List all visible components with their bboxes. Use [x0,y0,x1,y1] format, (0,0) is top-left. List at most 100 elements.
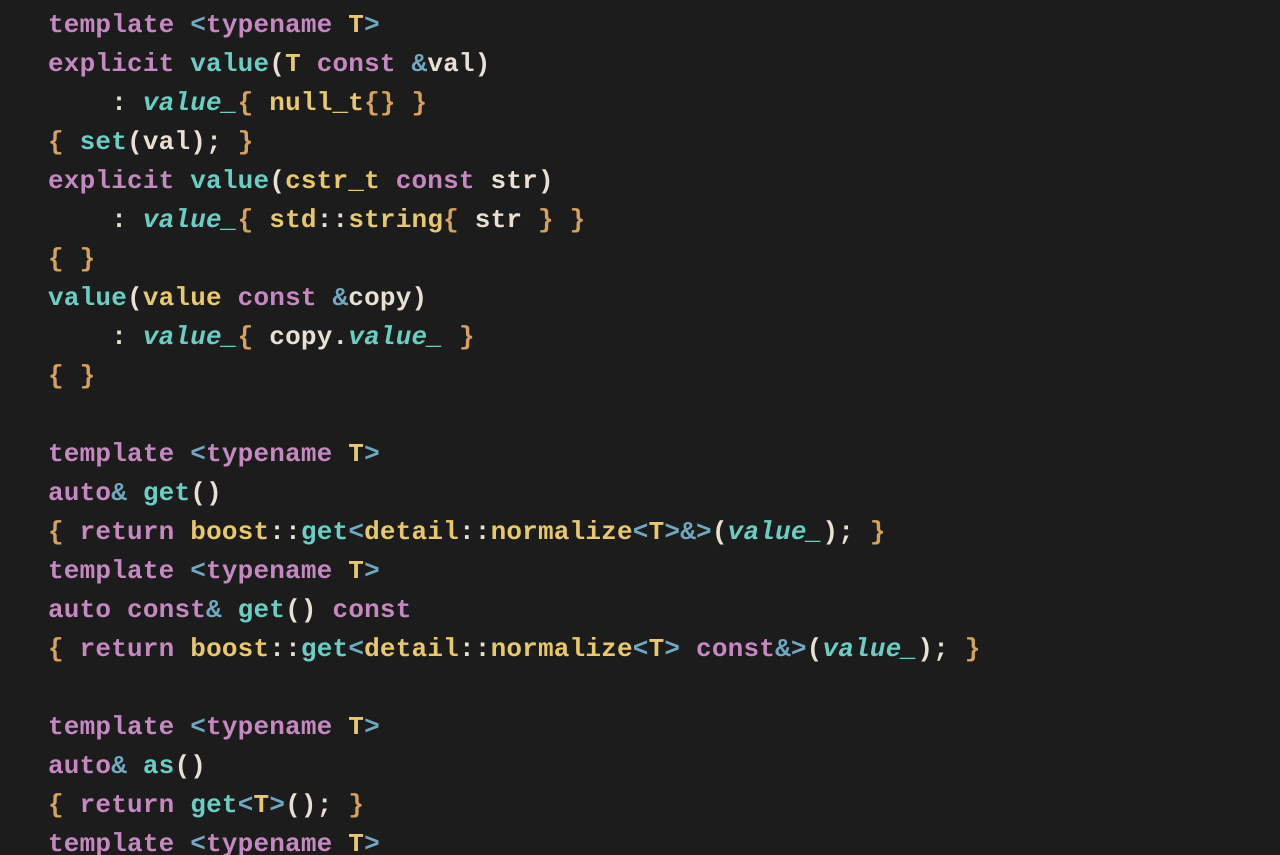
code-token: < [190,712,206,742]
code-token: { [238,88,254,118]
code-token: ) [412,283,428,313]
code-token: > [269,790,285,820]
code-token: &> [680,517,712,547]
code-token [64,127,80,157]
code-token: const [333,595,412,625]
code-token: } [459,322,475,352]
code-token: auto [48,478,111,508]
code-token: &> [775,634,807,664]
code-token: } [80,244,96,274]
code-token: value_ [348,322,443,352]
code-token: { [238,205,254,235]
code-token: const [696,634,775,664]
code-token: normalize [491,517,633,547]
code-token: cstr_t [285,166,380,196]
code-token: null_t [269,88,364,118]
code-token: const [317,49,396,79]
code-token [332,439,348,469]
code-token: typename [206,556,332,586]
code-token: . [333,322,349,352]
code-token: > [364,829,380,855]
code-token: value [143,283,222,313]
code-token [475,166,491,196]
code-token: as [143,751,175,781]
code-token: T [649,517,665,547]
code-token: std [269,205,316,235]
code-token: < [348,634,364,664]
code-token: str [491,166,538,196]
code-token: return [80,790,175,820]
code-line: { } [48,244,95,274]
code-token [64,244,80,274]
code-token: T [649,634,665,664]
code-token [174,49,190,79]
code-token: & [111,751,127,781]
code-token: :: [459,634,491,664]
code-token: ( [127,283,143,313]
code-token: } [348,790,364,820]
code-line: { return boost::get<detail::normalize<T>… [48,634,981,664]
code-token: value_ [822,634,917,664]
code-token: get [143,478,190,508]
code-token: boost [190,634,269,664]
code-line: template <typename T> [48,10,380,40]
code-token [396,49,412,79]
code-token: const [127,595,206,625]
code-token: value_ [143,322,238,352]
code-token: auto [48,595,111,625]
code-token: ( [712,517,728,547]
code-token: template [48,712,174,742]
code-token: : [48,205,143,235]
code-token: () [190,478,222,508]
code-token [174,829,190,855]
code-token [332,712,348,742]
code-line: template <typename T> [48,556,380,586]
code-token: T [348,556,364,586]
code-line: { return get<T>(); } [48,790,364,820]
code-token: ( [807,634,823,664]
code-token [64,361,80,391]
code-token: > [364,10,380,40]
code-token [396,88,412,118]
code-token: template [48,439,174,469]
code-token: T [285,49,301,79]
code-token [64,517,80,547]
code-token: explicit [48,49,174,79]
code-line: { return boost::get<detail::normalize<T>… [48,517,886,547]
code-token: } [238,127,254,157]
code-token: { [48,361,64,391]
code-line [48,400,64,430]
code-token [332,10,348,40]
code-line: { set(val); } [48,127,254,157]
code-token: get [238,595,285,625]
code-token [127,478,143,508]
code-token: value [190,166,269,196]
code-token: value_ [143,205,238,235]
code-token: { [48,127,64,157]
code-token [554,205,570,235]
code-token: template [48,10,174,40]
code-token: : [48,88,143,118]
code-token: :: [317,205,349,235]
code-line: template <typename T> [48,712,380,742]
code-token: } [412,88,428,118]
code-token: < [633,634,649,664]
code-token: template [48,556,174,586]
code-token: : [48,322,143,352]
code-token: { [238,322,254,352]
code-token [253,88,269,118]
code-token: { [48,634,64,664]
code-line: value(value const &copy) [48,283,427,313]
code-token [459,205,475,235]
code-token [174,166,190,196]
code-token: T [254,790,270,820]
code-token: val [143,127,190,157]
code-token [174,634,190,664]
code-token: > [364,439,380,469]
code-token: T [348,10,364,40]
code-token: :: [269,634,301,664]
code-token: str [475,205,522,235]
code-token: typename [206,439,332,469]
code-token: get [301,517,348,547]
code-token: ); [190,127,237,157]
